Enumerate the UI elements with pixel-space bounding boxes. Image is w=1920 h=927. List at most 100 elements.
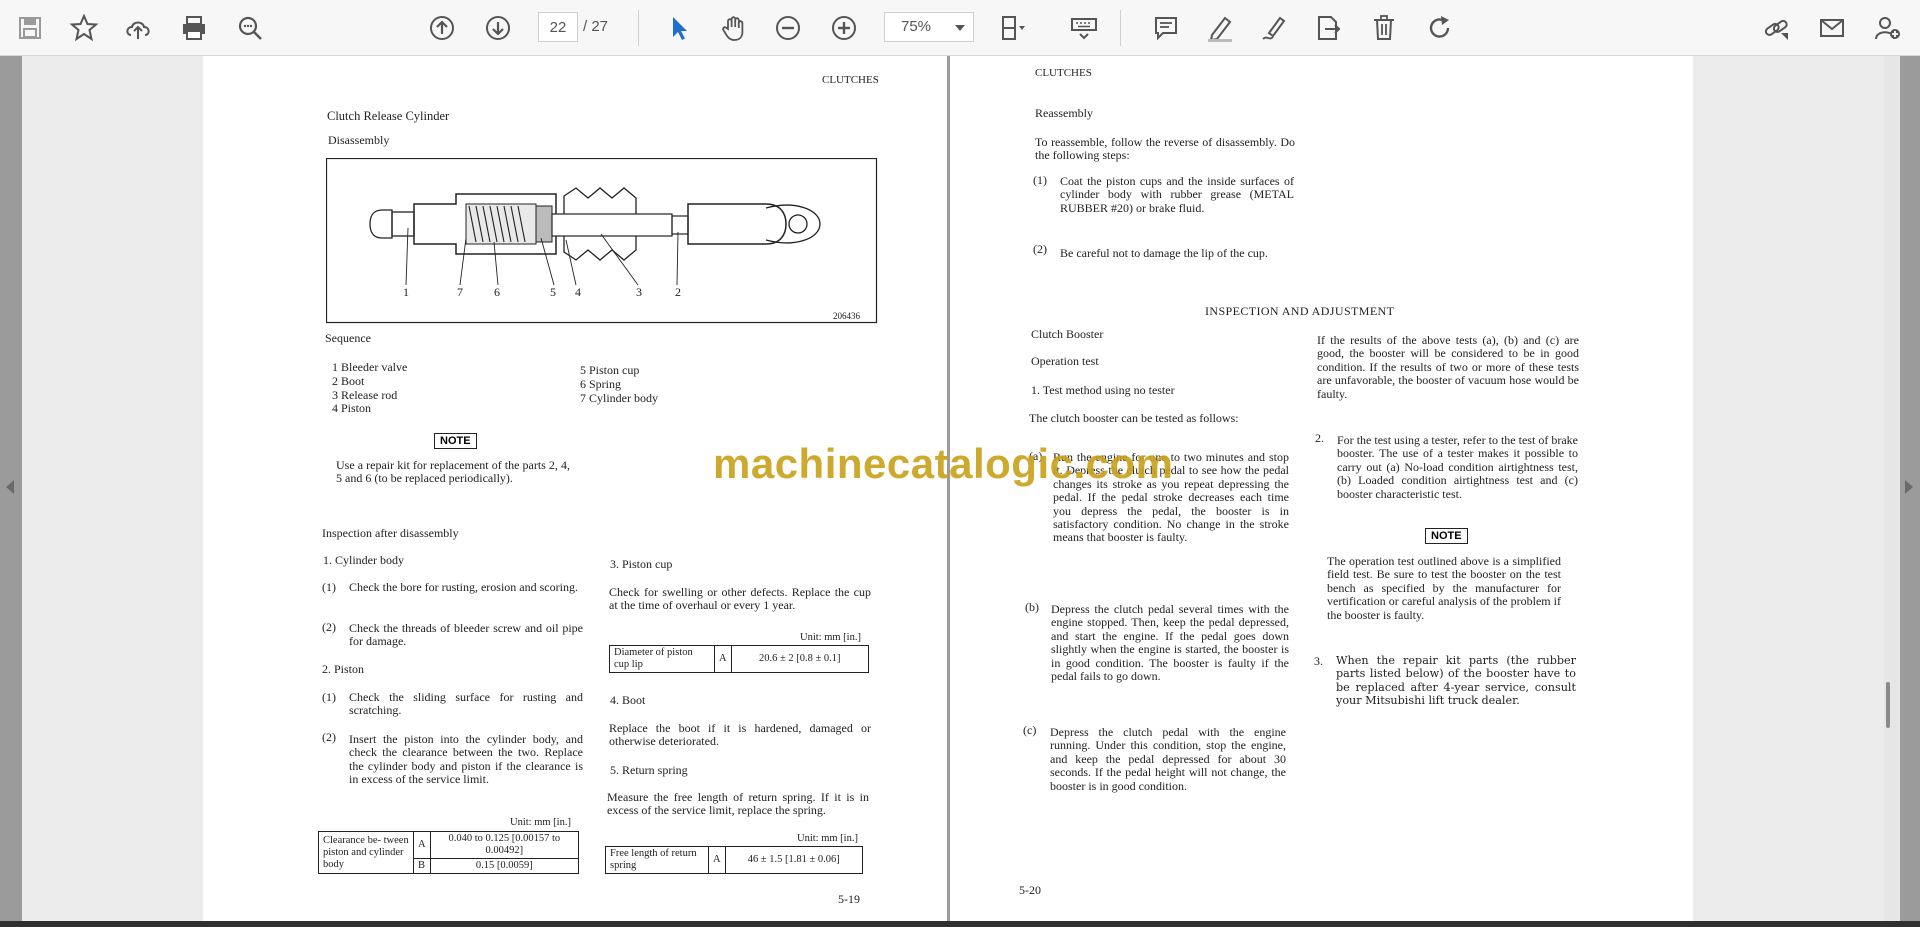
zoom-value: 75% — [901, 18, 932, 35]
item-text: Measure the free length of return spring… — [607, 790, 869, 818]
export-icon[interactable] — [1310, 10, 1346, 46]
select-cursor-icon[interactable] — [661, 10, 697, 46]
callout-4: 4 — [575, 285, 581, 299]
running-header: CLUTCHES — [1035, 67, 1092, 79]
left-margin — [22, 56, 203, 921]
sequence-item: 2 Boot — [332, 374, 365, 388]
paragraph: The clutch booster can be tested as foll… — [1029, 411, 1239, 425]
callout-3: 3 — [636, 285, 642, 299]
step-text: When the repair kit parts (the rubber pa… — [1336, 654, 1576, 708]
find-zoom-icon[interactable] — [232, 10, 268, 46]
item-heading: 3. Piston cup — [610, 557, 673, 571]
zoom-select[interactable]: 75% — [884, 12, 974, 42]
upload-cloud-icon[interactable] — [120, 10, 156, 46]
print-icon[interactable] — [176, 10, 212, 46]
clearance-spec-table: Clearance be- tween piston and cylinder … — [318, 831, 580, 874]
step-number: (2) — [322, 730, 336, 744]
status-strip — [0, 921, 1920, 927]
subsection-title: Disassembly — [328, 133, 390, 147]
collapse-right-panel-icon[interactable] — [1905, 480, 1913, 494]
toolbar-divider — [1120, 10, 1121, 46]
figure-number: 206436 — [833, 311, 860, 321]
right-margin — [1693, 56, 1884, 921]
callout-6: 6 — [494, 285, 500, 299]
piston-cup-spec-table: Diameter of piston cup lip A 20.6 ± 2 [0… — [609, 645, 870, 673]
note-text: The operation test outlined above is a s… — [1327, 554, 1561, 622]
step-number: 3. — [1314, 654, 1323, 668]
comment-icon[interactable] — [1148, 10, 1184, 46]
share-link-icon[interactable] — [1758, 10, 1794, 46]
page-number: 5-20 — [1019, 883, 1041, 897]
zoom-out-icon[interactable] — [770, 10, 806, 46]
redo-icon[interactable] — [1422, 10, 1458, 46]
spec-value: 0.040 to 0.125 [0.00157 to 0.00492] — [429, 831, 580, 859]
step-number: (1) — [1033, 173, 1047, 187]
hand-pan-icon[interactable] — [716, 10, 752, 46]
step-text: Be careful not to damage the lip of the … — [1060, 246, 1268, 260]
bookmark-star-icon[interactable] — [66, 10, 102, 46]
step-text: Check the threads of bleeder screw and o… — [349, 621, 583, 649]
zoom-in-icon[interactable] — [826, 10, 862, 46]
callout-7: 7 — [457, 285, 463, 299]
step-number: (2) — [1033, 242, 1047, 256]
item-text: Check for swelling or other defects. Rep… — [609, 585, 871, 613]
unit-label: Unit: mm [in.] — [510, 817, 571, 828]
spec-value: 20.6 ± 2 [0.8 ± 0.1] — [730, 645, 870, 673]
unit-label: Unit: mm [in.] — [797, 833, 858, 844]
toolbar: 22 / 27 75% — [0, 0, 1920, 56]
sign-pen-icon[interactable] — [1256, 10, 1292, 46]
callout-5: 5 — [550, 285, 556, 299]
toolbar-divider — [638, 10, 639, 46]
spec-key: A — [708, 846, 726, 874]
spec-value: 46 ± 1.5 [1.81 ± 0.06] — [724, 846, 864, 874]
page-number: 5-19 — [838, 892, 860, 906]
spec-value: 0.15 [0.0059] — [429, 858, 580, 874]
paragraph: If the results of the above tests (a), (… — [1317, 333, 1579, 401]
step-text: Depress the clutch pedal with the engine… — [1050, 725, 1286, 793]
spec-label: Free length of return spring — [605, 846, 709, 874]
callout-2: 2 — [675, 285, 681, 299]
add-user-icon[interactable] — [1870, 10, 1906, 46]
highlight-pen-icon[interactable] — [1202, 10, 1238, 46]
page-up-icon[interactable] — [424, 10, 460, 46]
item-heading: 1. Test method using no tester — [1031, 383, 1175, 397]
paragraph: To reassemble, follow the reverse of dis… — [1035, 135, 1295, 163]
item-heading: 2. Piston — [322, 662, 365, 676]
subsection-title: Inspection after disassembly — [322, 526, 459, 540]
scrollbar-thumb[interactable] — [1886, 682, 1890, 728]
unit-label: Unit: mm [in.] — [800, 632, 861, 643]
step-text: Check the bore for rusting, erosion and … — [349, 580, 578, 594]
step-number: (b) — [1025, 600, 1039, 614]
collapse-left-panel-icon[interactable] — [6, 480, 14, 494]
spring-spec-table: Free length of return spring A 46 ± 1.5 … — [605, 846, 864, 874]
callout-1: 1 — [403, 285, 409, 299]
sequence-item: 7 Cylinder body — [580, 391, 658, 405]
sequence-item: 5 Piston cup — [580, 363, 640, 377]
delete-icon[interactable] — [1366, 10, 1402, 46]
subsection-title: Operation test — [1031, 354, 1099, 368]
page-down-icon[interactable] — [480, 10, 516, 46]
spec-label: Clearance be- tween piston and cylinder … — [318, 831, 414, 874]
mail-icon[interactable] — [1814, 10, 1850, 46]
section-title: INSPECTION AND ADJUSTMENT — [1205, 304, 1395, 318]
step-number: (c) — [1023, 723, 1037, 737]
keyboard-icon[interactable] — [1066, 10, 1102, 46]
step-number: (1) — [322, 690, 336, 704]
subsection-title: Reassembly — [1035, 106, 1093, 120]
page-number-input[interactable]: 22 — [538, 12, 578, 42]
vertical-scrollbar[interactable] — [1884, 56, 1900, 921]
sequence-item: 1 Bleeder valve — [332, 360, 408, 374]
sequence-item: 6 Spring — [580, 377, 622, 391]
subsection-title: Clutch Booster — [1031, 327, 1104, 341]
item-text: Replace the boot if it is hardened, dama… — [609, 721, 871, 749]
section-title: Clutch Release Cylinder — [327, 109, 450, 123]
page-total: / 27 — [583, 18, 609, 35]
item-heading: 4. Boot — [610, 693, 646, 707]
step-number: 2. — [1315, 431, 1324, 445]
step-text: Depress the clutch pedal several times w… — [1051, 602, 1289, 684]
step-text: Check the sliding surface for rusting an… — [349, 690, 583, 718]
save-icon[interactable] — [12, 10, 48, 46]
sequence-label: Sequence — [325, 331, 371, 345]
fit-page-icon[interactable] — [995, 10, 1031, 46]
item-heading: 5. Return spring — [610, 763, 688, 777]
